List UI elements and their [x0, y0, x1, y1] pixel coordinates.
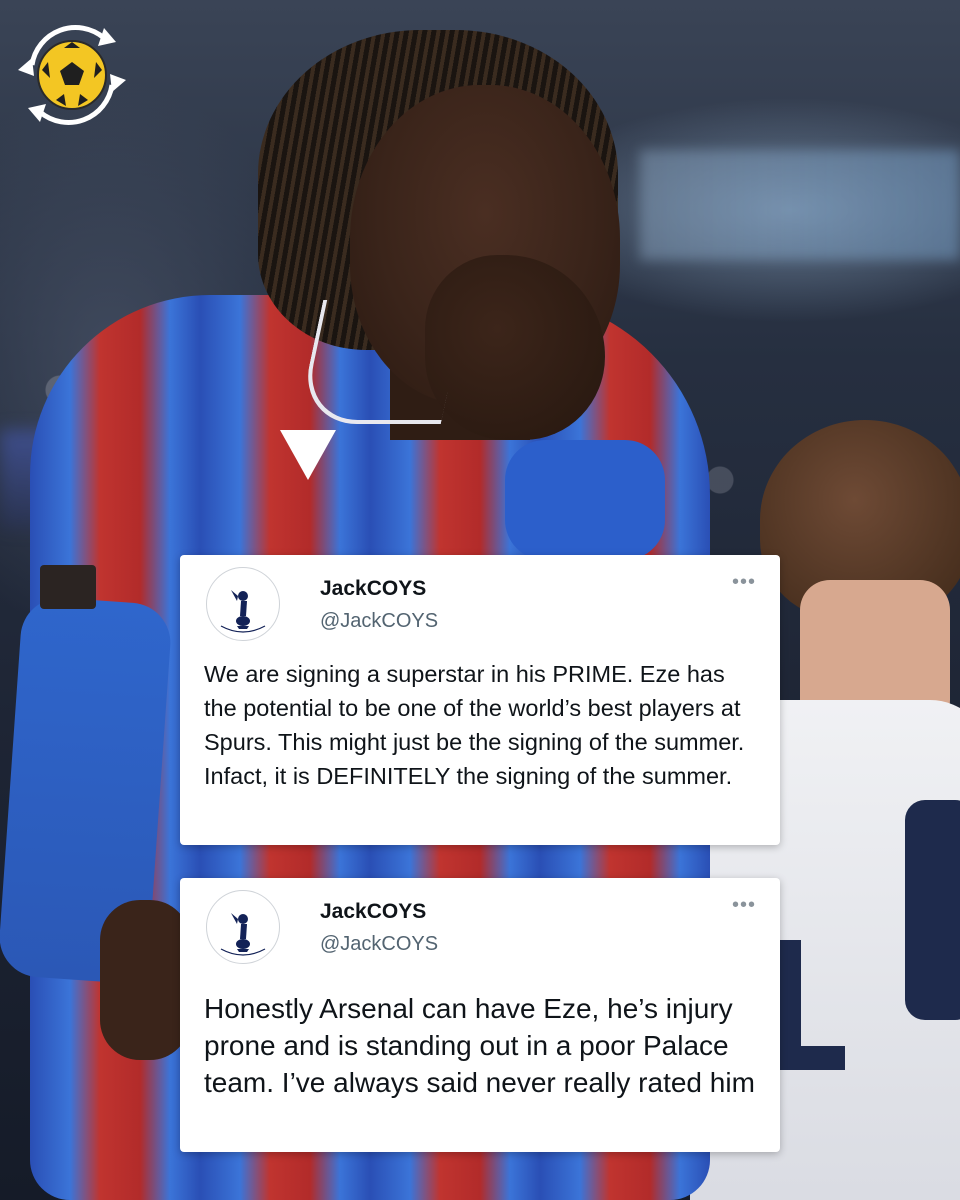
football-arrows-icon — [12, 20, 132, 130]
more-options-icon[interactable]: ••• — [732, 572, 756, 592]
stand-lights — [640, 150, 960, 260]
user-handle[interactable]: @JackCOYS — [320, 933, 438, 956]
cockerel-crest-icon — [209, 570, 277, 638]
tweet-header: JackCOYS @JackCOYS ••• — [204, 555, 756, 641]
tweet-header: JackCOYS @JackCOYS ••• — [204, 878, 756, 964]
player-forearm — [100, 900, 190, 1060]
display-name[interactable]: JackCOYS — [320, 577, 426, 601]
tweet-card[interactable]: JackCOYS @JackCOYS ••• Honestly Arsenal … — [180, 878, 780, 1152]
cockerel-crest-icon — [209, 893, 277, 961]
kit-collar — [296, 300, 468, 424]
sleeve-sponsor-patch — [40, 565, 96, 609]
player-right-sleeve — [505, 440, 665, 560]
user-handle[interactable]: @JackCOYS — [320, 610, 438, 633]
display-name[interactable]: JackCOYS — [320, 900, 426, 924]
tweet-text: Honestly Arsenal can have Eze, he’s inju… — [204, 993, 755, 1098]
tweet-card[interactable]: JackCOYS @JackCOYS ••• We are signing a … — [180, 555, 780, 845]
avatar[interactable] — [206, 890, 280, 964]
second-player-sleeve — [905, 800, 960, 1020]
more-options-icon[interactable]: ••• — [732, 895, 756, 915]
kit-brand-logo — [280, 430, 336, 480]
avatar[interactable] — [206, 567, 280, 641]
tweet-text: We are signing a superstar in his PRIME.… — [204, 661, 745, 789]
shirt-number-shape — [775, 940, 845, 1070]
